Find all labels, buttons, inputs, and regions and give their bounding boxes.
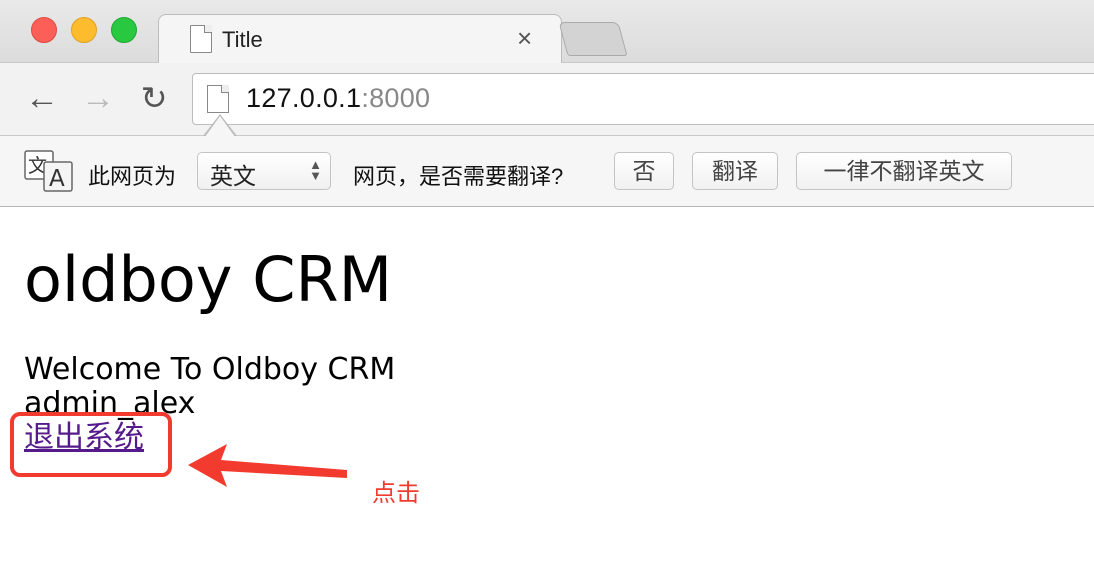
back-arrow-icon[interactable]: ← (24, 80, 60, 116)
window-zoom-button[interactable] (111, 17, 137, 43)
translate-icon-glyph-large: A (49, 166, 65, 192)
new-tab-button[interactable] (558, 22, 628, 56)
translate-button[interactable]: 翻译 (692, 152, 778, 190)
translate-question: 网页，是否需要翻译? (353, 164, 564, 189)
welcome-text: Welcome To Oldboy CRM (24, 352, 396, 387)
address-url[interactable]: 127.0.0.1:8000 (246, 83, 430, 114)
select-arrows-icon: ▲ ▼ (309, 157, 322, 183)
annotation-arrow-icon (188, 444, 347, 487)
window-minimize-button[interactable] (71, 17, 97, 43)
page-icon (190, 25, 212, 53)
close-icon[interactable]: × (517, 24, 532, 52)
forward-arrow-icon[interactable]: → (80, 80, 116, 116)
annotation-highlight-box (10, 412, 172, 477)
annotation-label: 点击 (372, 480, 420, 507)
window-close-button[interactable] (31, 17, 57, 43)
url-host: 127.0.0.1 (246, 83, 362, 113)
language-select-value: 英文 (210, 163, 256, 189)
reload-icon[interactable]: ↻ (136, 80, 172, 116)
translate-prefix: 此网页为 (88, 164, 177, 189)
translate-icon: 文 A (24, 150, 73, 192)
browser-tab[interactable] (158, 14, 562, 64)
tab-title: Title (222, 27, 263, 52)
page-icon (207, 85, 229, 113)
page-title: oldboy CRM (24, 243, 393, 316)
translate-bar-pointer-fill (205, 116, 235, 137)
no-button[interactable]: 否 (614, 152, 674, 190)
never-translate-button[interactable]: 一律不翻译英文 (796, 152, 1012, 190)
url-port: :8000 (361, 83, 431, 113)
language-select[interactable]: 英文 ▲ ▼ (197, 152, 331, 190)
